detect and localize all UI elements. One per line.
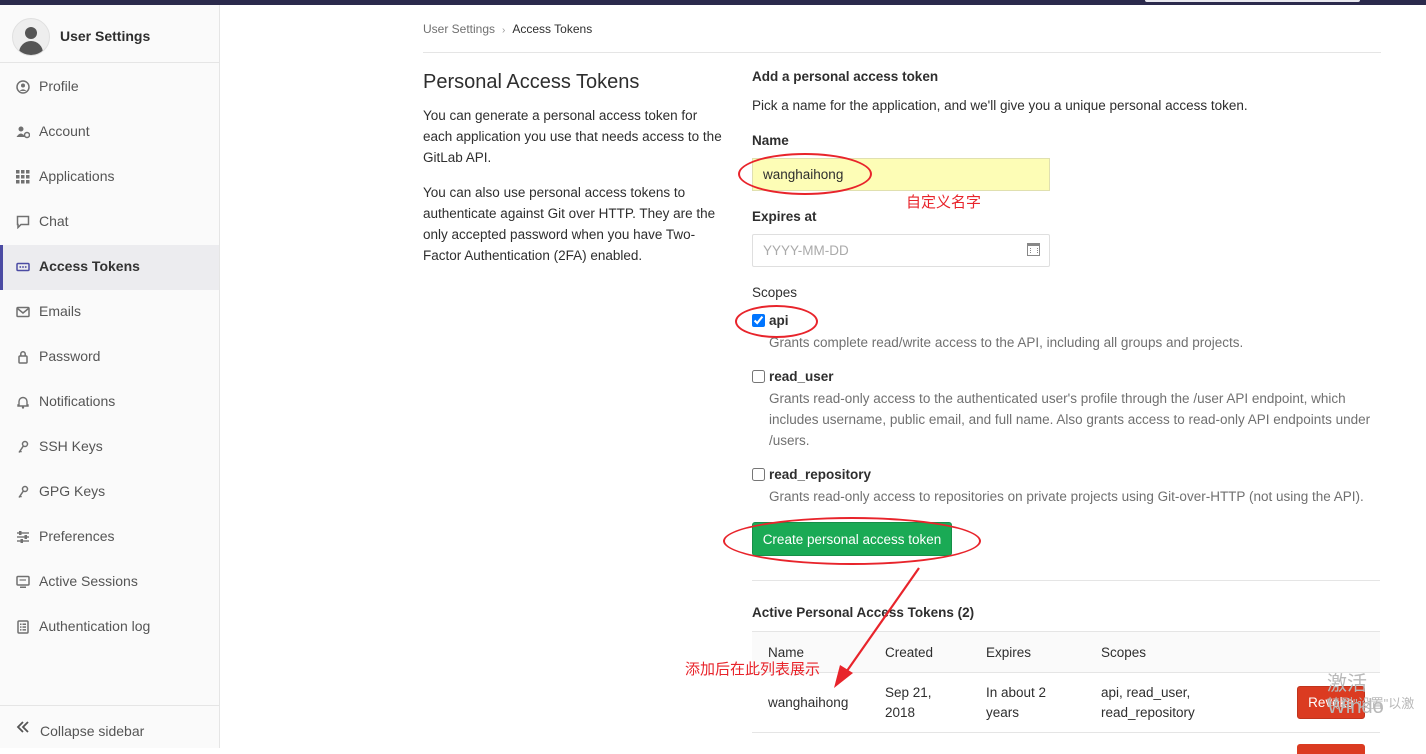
grid-icon	[15, 170, 31, 184]
scope-read-repository-checkbox[interactable]	[752, 468, 765, 481]
annotation-ellipse-name	[738, 153, 872, 195]
annotation-note-list: 添加后在此列表展示	[685, 661, 821, 678]
sidebar-item-label: Notifications	[39, 393, 116, 409]
sidebar-item-label: Emails	[39, 303, 82, 319]
sidebar-item-label: Account	[39, 123, 90, 139]
expires-at-input[interactable]	[752, 234, 1050, 267]
annotation-ellipse-api	[735, 305, 818, 338]
scope-read-user-help: Grants read-only access to the authentic…	[769, 391, 1371, 448]
sidebar-item-preferences[interactable]: Preferences	[0, 515, 219, 560]
sidebar-header[interactable]: User Settings	[0, 5, 219, 63]
sidebar-item-label: Authentication log	[39, 618, 151, 634]
intro-paragraph-2: You can also use personal access tokens …	[423, 185, 716, 263]
list-icon	[15, 620, 31, 634]
scope-read-repository-label[interactable]: read_repository	[769, 467, 871, 482]
add-token-heading: Add a personal access token	[752, 69, 939, 84]
token-scopes-cell: api, read_user, read_repository	[1101, 685, 1195, 720]
row-divider	[752, 732, 1380, 733]
token-expires-cell: In about 2 years	[986, 685, 1047, 720]
name-label: Name	[752, 133, 789, 148]
expires-label: Expires at	[752, 209, 817, 224]
sidebar-item-label: Preferences	[39, 528, 115, 544]
page-title: Personal Access Tokens	[423, 71, 640, 93]
sidebar-item-label: Applications	[39, 168, 115, 184]
users-gear-icon	[15, 125, 31, 139]
sidebar-item-profile[interactable]: Profile	[0, 65, 219, 110]
key-icon	[15, 485, 31, 499]
collapse-sidebar-button[interactable]: Collapse sidebar	[0, 705, 219, 749]
sidebar-item-label: Password	[39, 348, 101, 364]
sliders-icon	[15, 530, 31, 544]
revoke-button-next-row[interactable]	[1297, 744, 1365, 754]
scope-read-repository-help: Grants read-only access to repositories …	[769, 489, 1364, 504]
annotation-ellipse-create	[723, 517, 981, 565]
breadcrumb-current[interactable]: Access Tokens	[512, 22, 592, 36]
sidebar-item-label: Profile	[39, 78, 79, 94]
avatar[interactable]	[12, 18, 50, 56]
intro-paragraph-1: You can generate a personal access token…	[423, 108, 722, 165]
token-name-cell: wanghaihong	[768, 695, 849, 710]
scope-read-user-checkbox[interactable]	[752, 370, 765, 383]
sidebar-item-gpg-keys[interactable]: GPG Keys	[0, 470, 219, 515]
sidebar-item-applications[interactable]: Applications	[0, 155, 219, 200]
chevron-right-icon: ›	[502, 25, 506, 36]
sidebar-item-password[interactable]: Password	[0, 335, 219, 380]
collapse-sidebar-label: Collapse sidebar	[40, 723, 145, 739]
sidebar-item-access-tokens[interactable]: Access Tokens	[0, 245, 219, 290]
sidebar-item-label: Active Sessions	[39, 573, 138, 589]
search-bar-edge[interactable]	[1145, 0, 1360, 2]
comment-icon	[15, 215, 31, 230]
settings-sidebar: User Settings Profile Account Applicatio…	[0, 5, 220, 748]
column-header-scopes: Scopes	[1101, 645, 1147, 660]
scopes-label: Scopes	[752, 285, 798, 300]
breadcrumb-parent[interactable]: User Settings	[423, 22, 495, 36]
monitor-icon	[15, 575, 31, 589]
sidebar-item-label: SSH Keys	[39, 438, 103, 454]
breadcrumb: User Settings › Access Tokens	[423, 22, 592, 36]
sidebar-item-account[interactable]: Account	[0, 110, 219, 155]
sidebar-item-label: Chat	[39, 213, 69, 229]
sidebar-item-active-sessions[interactable]: Active Sessions	[0, 560, 219, 605]
scope-read-user-label[interactable]: read_user	[769, 369, 834, 384]
calendar-icon[interactable]	[1027, 243, 1040, 256]
column-header-expires: Expires	[986, 645, 1032, 660]
envelope-icon	[15, 305, 31, 319]
sidebar-item-notifications[interactable]: Notifications	[0, 380, 219, 425]
lock-icon	[15, 350, 31, 364]
sidebar-title[interactable]: User Settings	[60, 28, 150, 44]
sidebar-item-ssh-keys[interactable]: SSH Keys	[0, 425, 219, 470]
sidebar-item-label: GPG Keys	[39, 483, 106, 499]
bell-icon	[15, 395, 31, 409]
sidebar-item-emails[interactable]: Emails	[0, 290, 219, 335]
token-icon	[15, 260, 31, 274]
sidebar-item-chat[interactable]: Chat	[0, 200, 219, 245]
double-chevron-left-icon	[15, 719, 33, 739]
annotation-note-name: 自定义名字	[906, 194, 982, 211]
sidebar-item-authentication-log[interactable]: Authentication log	[0, 605, 219, 650]
scope-api-help: Grants complete read/write access to the…	[769, 335, 1244, 350]
user-circle-icon	[15, 80, 31, 94]
activation-watermark-line2: 转到"设置"以激	[1327, 696, 1415, 711]
breadcrumb-divider	[423, 52, 1381, 53]
annotation-arrow-icon	[834, 567, 920, 688]
key-icon	[15, 440, 31, 454]
sidebar-item-label: Access Tokens	[39, 258, 140, 274]
add-token-subtitle: Pick a name for the application, and we'…	[752, 98, 1248, 113]
